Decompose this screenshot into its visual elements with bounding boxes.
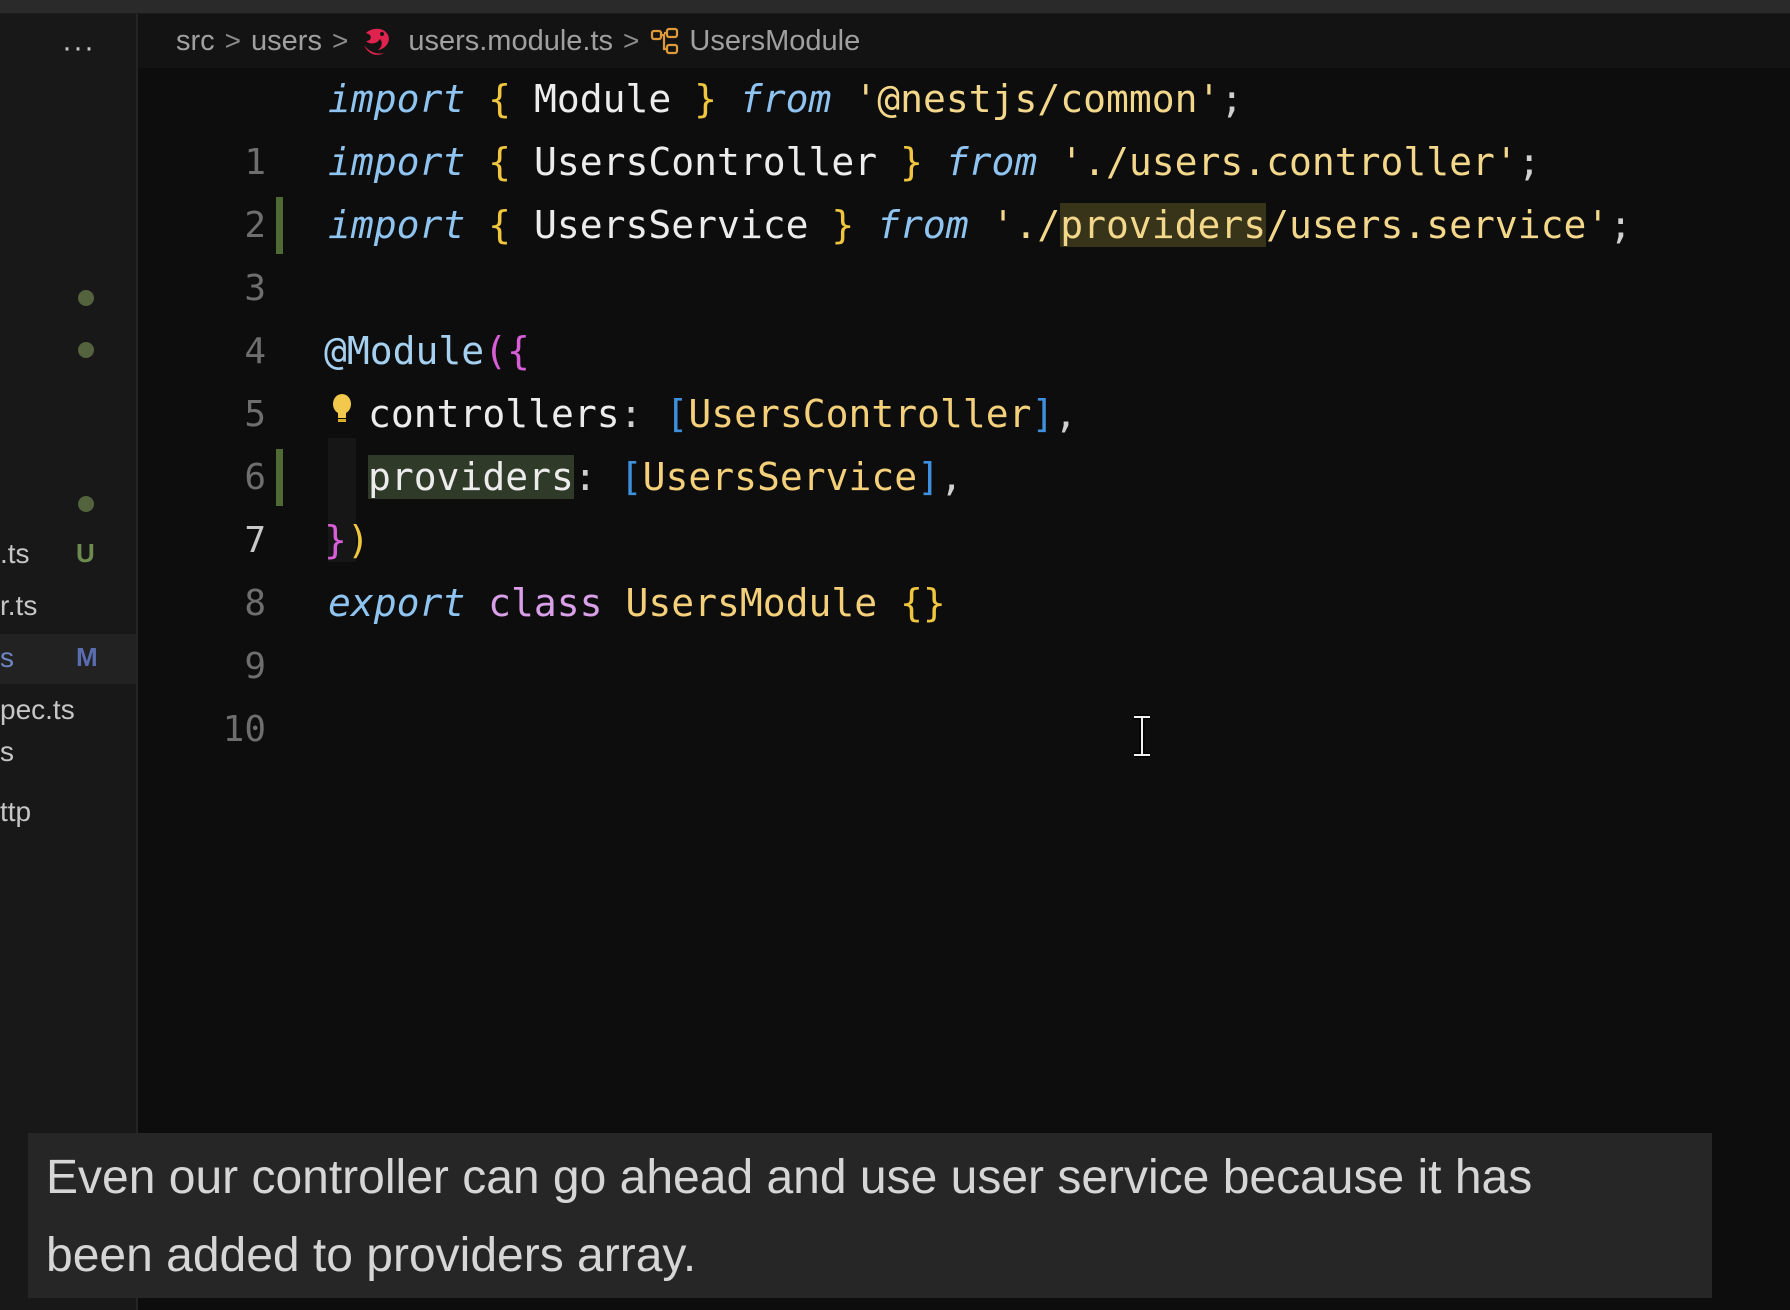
module-symbol-icon: [651, 27, 679, 55]
code-text: providers: [UsersService],: [368, 455, 963, 499]
code-editor[interactable]: 1 import { Module } from '@nestjs/common…: [138, 68, 1790, 1310]
modified-dot-icon: [78, 342, 94, 358]
explorer-file-item[interactable]: pec.ts: [0, 686, 136, 736]
explorer-file-item[interactable]: r.ts: [0, 582, 136, 632]
breadcrumb-separator: >: [623, 25, 640, 56]
more-actions-icon[interactable]: ···: [62, 33, 102, 68]
gutter-modified-indicator: [276, 197, 283, 254]
git-status-untracked: U: [76, 538, 95, 568]
code-line-5[interactable]: 5 @Module({: [138, 320, 1790, 435]
file-name: .ts: [0, 538, 30, 569]
caption-line-2: been added to providers array.: [46, 1229, 697, 1282]
file-name: pec.ts: [0, 694, 75, 725]
code-text: @Module({: [324, 329, 530, 373]
text-cursor-icon: [1134, 714, 1150, 758]
selection-match-highlight: providers: [1060, 203, 1267, 247]
video-caption: Even our controller can go ahead and use…: [28, 1133, 1712, 1298]
code-text: controllers: [UsersController],: [368, 392, 1078, 436]
git-status-modified: M: [76, 642, 98, 672]
modified-dot-icon: [78, 290, 94, 306]
explorer-sidebar: ··· .ts U r.ts s M pec.ts s ttp: [0, 14, 138, 1310]
breadcrumb-item-src[interactable]: src: [176, 25, 215, 58]
code-text: import { UsersService } from './provider…: [328, 203, 1633, 247]
line-number: 10: [222, 709, 266, 750]
explorer-file-item-selected[interactable]: s M: [0, 634, 136, 684]
breadcrumb-separator: >: [224, 25, 242, 56]
code-line-6[interactable]: 6 controllers: [UsersController],: [138, 383, 1790, 498]
code-line-7-active[interactable]: 7 providers: [UsersService],: [138, 446, 1790, 561]
modified-dot-icon: [78, 496, 94, 512]
file-name: r.ts: [0, 590, 38, 621]
breadcrumb-separator: >: [331, 25, 349, 56]
explorer-file-item[interactable]: s: [0, 736, 136, 788]
code-line-4[interactable]: 4: [138, 257, 1790, 372]
code-line-9[interactable]: 9 export class UsersModule {}: [138, 572, 1790, 687]
breadcrumb: src > users > users.module.ts > UsersMod…: [138, 14, 1790, 68]
file-name: s: [0, 642, 14, 673]
code-text: import { UsersController } from './users…: [328, 140, 1541, 184]
code-line-1[interactable]: 1 import { Module } from '@nestjs/common…: [138, 68, 1790, 183]
code-line-8[interactable]: 8 }): [138, 509, 1790, 624]
gutter-modified-indicator: [276, 449, 283, 506]
code-text: export class UsersModule {}: [328, 581, 946, 625]
lightbulb-icon[interactable]: [328, 391, 356, 429]
code-line-10[interactable]: 10: [138, 635, 1790, 750]
explorer-file-item[interactable]: .ts U: [0, 530, 136, 580]
breadcrumb-item-users[interactable]: users: [251, 25, 322, 58]
word-highlight: providers: [368, 455, 574, 499]
breadcrumb-item-symbol[interactable]: UsersModule: [689, 25, 860, 58]
tab-strip-edge: [0, 0, 1790, 14]
code-text: }): [324, 518, 370, 562]
code-line-2[interactable]: 2 import { UsersController } from './use…: [138, 131, 1790, 246]
code-line-3[interactable]: 3 import { UsersService } from './provid…: [138, 194, 1790, 309]
caption-line-1: Even our controller can go ahead and use…: [46, 1151, 1533, 1204]
file-name: ttp: [0, 796, 32, 827]
vscode-window: ··· .ts U r.ts s M pec.ts s ttp src > us…: [0, 0, 1790, 1310]
nestjs-icon: [364, 28, 390, 55]
file-name: s: [0, 736, 14, 767]
breadcrumb-item-file[interactable]: users.module.ts: [408, 25, 613, 58]
code-text: import { Module } from '@nestjs/common';: [328, 77, 1244, 121]
explorer-file-item[interactable]: ttp: [0, 788, 136, 838]
